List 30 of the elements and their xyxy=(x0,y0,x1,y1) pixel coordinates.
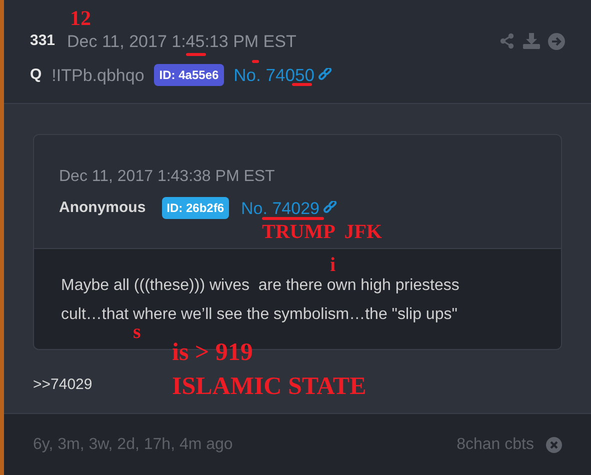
close-icon[interactable] xyxy=(546,436,562,452)
annotation-text: s xyxy=(133,322,141,342)
arrow-right-icon[interactable] xyxy=(548,32,565,50)
author-name: Q xyxy=(30,65,42,85)
annotation-text: 12 xyxy=(70,8,91,29)
annotation-mark xyxy=(262,217,324,220)
annotation-text: i xyxy=(330,255,336,275)
post-link[interactable]: No. 74050 xyxy=(234,66,332,84)
reply-link[interactable]: >>74029 xyxy=(33,374,92,396)
id-badge: ID: 26b2f6 xyxy=(162,197,230,220)
annotation-mark xyxy=(292,83,312,86)
post-number: 331 xyxy=(30,31,56,51)
download-icon[interactable] xyxy=(523,33,540,50)
id-badge: ID: 4a55e6 xyxy=(154,64,224,86)
post-age: 6y, 3m, 3w, 2d, 17h, 4m ago xyxy=(33,434,233,454)
timestamp: Dec 11, 2017 1:43:38 PM EST xyxy=(59,167,276,187)
annotation-text: ISLAMIC STATE xyxy=(172,374,366,399)
post-link[interactable]: No. 74029 xyxy=(241,200,338,217)
link-icon xyxy=(318,68,332,82)
annotation-text: TRUMP JFK xyxy=(262,222,382,242)
annotation-text: is > 919 xyxy=(172,340,253,365)
tripcode: !ITPb.qbhqo xyxy=(52,64,144,86)
link-icon xyxy=(323,201,338,216)
source-label: 8chan cbts xyxy=(456,434,534,454)
annotation-mark xyxy=(186,53,206,56)
share-icon[interactable] xyxy=(499,33,515,50)
annotation-mark xyxy=(252,60,259,63)
author-name: Anonymous xyxy=(59,198,146,218)
post-text: Maybe all (((these))) wives are there own high priestess cult…that where we’ll see the symbolism…the "slip ups" xyxy=(61,276,460,325)
timestamp: Dec 11, 2017 1:45:13 PM EST xyxy=(67,32,296,50)
